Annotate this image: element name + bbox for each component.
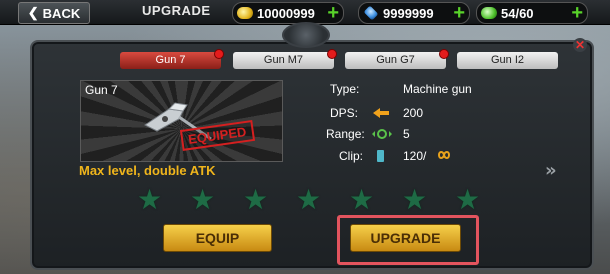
add-energy-button[interactable]: + — [571, 3, 583, 23]
infinity-icon — [434, 149, 454, 163]
star-icon: ★ — [296, 183, 322, 216]
star-icon: ★ — [190, 183, 216, 216]
stat-type-value: Machine gun — [403, 82, 472, 96]
star-icon: ★ — [137, 183, 163, 216]
add-gems-button[interactable]: + — [453, 3, 465, 23]
tab-gun-i2[interactable]: Gun I2 — [457, 52, 558, 69]
gem-icon — [363, 5, 379, 21]
energy-value: 54/60 — [501, 5, 534, 21]
tab-gun-m7[interactable]: Gun M7 — [233, 49, 337, 69]
tab-label: Gun I2 — [490, 54, 525, 66]
clip-icon — [374, 149, 390, 163]
stat-dps-label: DPS: — [330, 106, 359, 120]
star-icon: ★ — [349, 183, 375, 216]
gems-value: 9999999 — [383, 5, 434, 21]
stat-clip-value: 120/ — [403, 149, 427, 163]
tab-label: Gun G7 — [376, 54, 415, 66]
panel-ornament — [282, 22, 330, 48]
max-level-text: Max level, double ATK — [79, 163, 216, 178]
equip-button[interactable]: EQUIP — [163, 224, 272, 252]
star-icon: ★ — [455, 183, 481, 216]
notification-dot — [327, 49, 337, 59]
add-coins-button[interactable]: + — [327, 3, 339, 23]
page-title: UPGRADE — [142, 3, 211, 18]
back-button[interactable]: ❮ BACK — [18, 2, 90, 24]
dps-icon — [372, 106, 389, 120]
notification-dot — [214, 49, 224, 59]
stat-range-value: 5 — [403, 127, 410, 141]
stat-dps-value: 200 — [403, 106, 424, 120]
stat-type-label: Type: — [330, 82, 360, 96]
tab-gun-7[interactable]: Gun 7 — [120, 49, 224, 69]
tab-label: Gun M7 — [263, 54, 304, 66]
coins-counter: 10000999 + — [232, 2, 344, 24]
range-icon — [372, 127, 392, 141]
close-icon[interactable]: ✕ — [573, 38, 587, 52]
stat-range-label: Range: — [326, 127, 365, 141]
next-arrow-icon[interactable]: » — [545, 160, 557, 181]
gun-preview-card: Gun 7 EQUIPED — [80, 80, 283, 162]
tab-label: Gun 7 — [155, 54, 186, 66]
coins-value: 10000999 — [257, 5, 315, 21]
energy-counter: 54/60 + — [476, 2, 588, 24]
gems-counter: 9999999 + — [358, 2, 470, 24]
chevron-left-icon: ❮ — [27, 5, 39, 20]
energy-icon — [481, 7, 497, 19]
star-icon: ★ — [243, 183, 269, 216]
back-label: BACK — [42, 5, 81, 21]
star-icon: ★ — [402, 183, 428, 216]
upgrade-button[interactable]: UPGRADE — [350, 224, 461, 252]
tab-gun-g7[interactable]: Gun G7 — [345, 49, 449, 69]
stat-clip-label: Clip: — [339, 149, 364, 163]
gun-name: Gun 7 — [85, 83, 118, 97]
notification-dot — [439, 49, 449, 59]
coin-icon — [237, 7, 253, 19]
